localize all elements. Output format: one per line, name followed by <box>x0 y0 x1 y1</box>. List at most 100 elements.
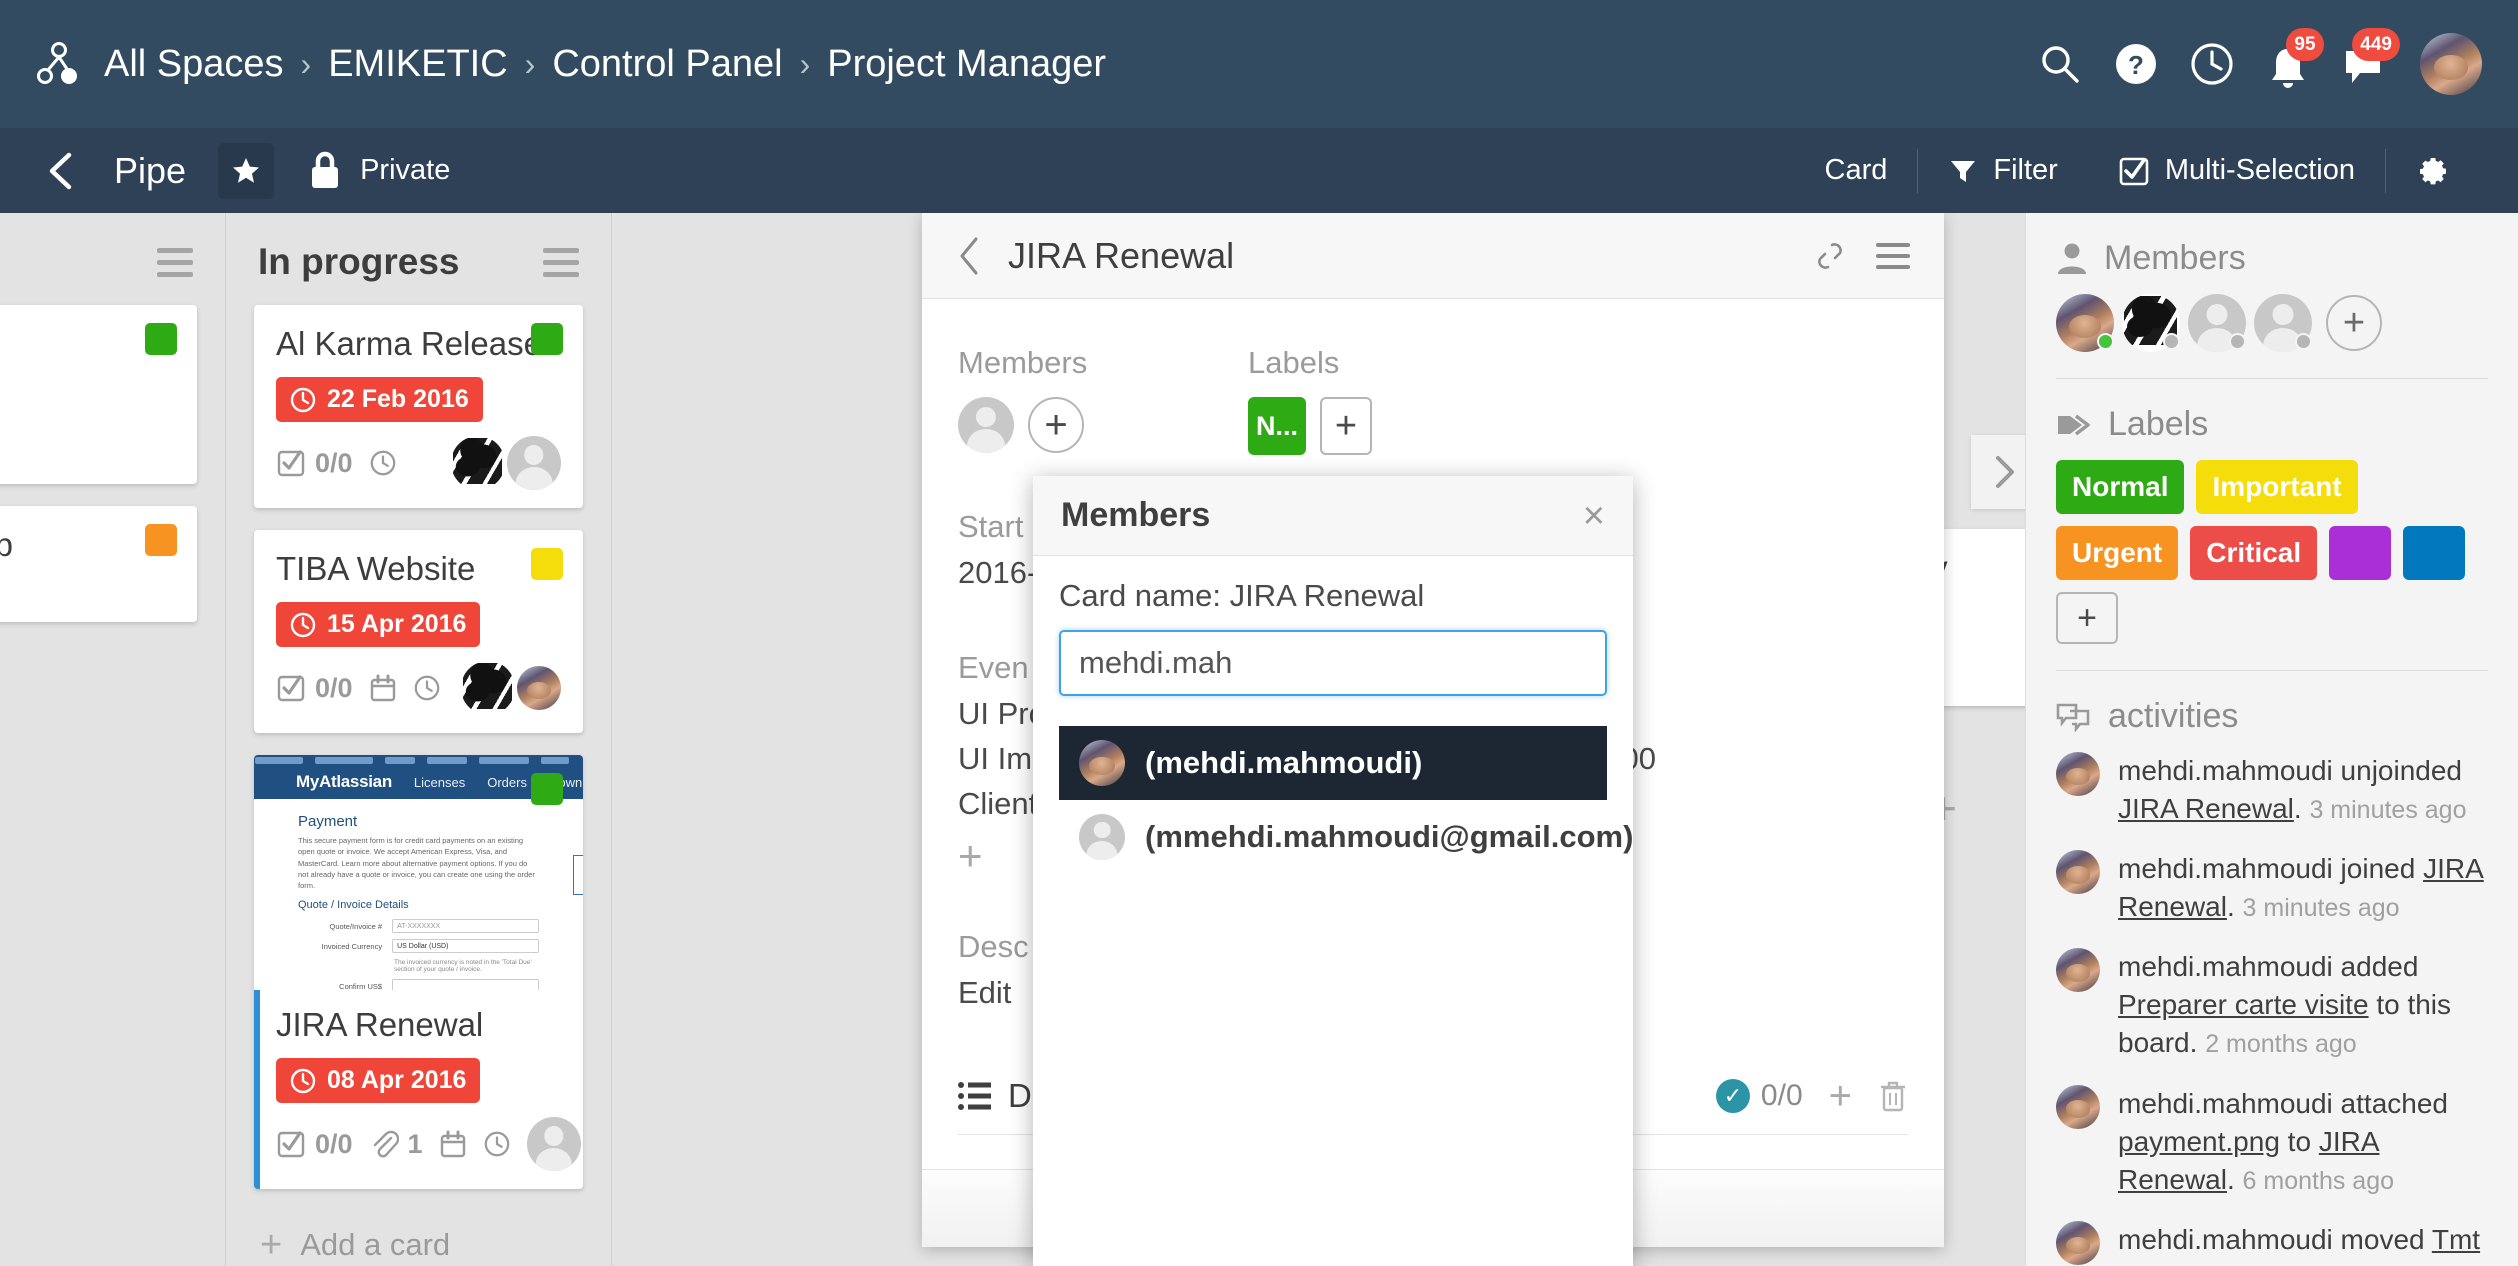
member-option-label: (mehdi.mahmoudi) <box>1145 745 1423 780</box>
detail-back-chevron-icon[interactable] <box>956 236 982 276</box>
notifications-bell-icon[interactable]: 95 <box>2250 26 2326 102</box>
breadcrumb-project-manager[interactable]: Project Manager <box>827 43 1106 86</box>
breadcrumb-separator: › <box>524 45 536 82</box>
view-card-button[interactable]: Card <box>1795 154 1918 187</box>
column-menu-icon[interactable] <box>157 248 193 277</box>
favorite-star-button[interactable] <box>218 142 275 199</box>
card-avatars <box>461 661 561 715</box>
sidebar-label-normal[interactable]: Normal <box>2056 460 2185 514</box>
attachment-top-links <box>255 757 569 764</box>
lock-icon <box>312 151 339 188</box>
card-detail-menu-icon[interactable] <box>1876 242 1910 269</box>
svg-text:?: ? <box>2128 50 2144 80</box>
sidebar-activities-header: activities <box>2056 697 2488 736</box>
add-card-button[interactable]: + Add a card <box>254 1211 583 1266</box>
sidebar-label-critical[interactable]: Critical <box>2190 526 2318 580</box>
sidebar-label-purple[interactable] <box>2329 526 2392 580</box>
activity-tail: . <box>2226 1163 2235 1195</box>
board-settings-button[interactable] <box>2386 154 2480 188</box>
activity-user: mehdi.mahmoudi <box>2118 951 2333 983</box>
sidebar-member[interactable] <box>2188 294 2246 352</box>
activity-action: joined <box>2332 853 2424 885</box>
card-jira-renewal[interactable]: MyAtlassian Licenses Orders Downloads Bu… <box>254 755 583 1189</box>
add-checklist-item-button[interactable]: + <box>1829 1076 1852 1116</box>
card-backend[interactable]: ackend 2016 <box>0 305 197 484</box>
members-modal-title: Members <box>1061 496 1211 534</box>
card-calendar-icon <box>369 673 397 703</box>
activity-tail: . <box>2226 891 2235 923</box>
breadcrumb-control-panel[interactable]: Control Panel <box>552 43 782 86</box>
activity-target[interactable]: payment.png <box>2118 1126 2280 1157</box>
multi-selection-button[interactable]: Multi-Selection <box>2088 154 2385 187</box>
breadcrumb-all-spaces[interactable]: All Spaces <box>104 43 284 86</box>
sidebar-add-label-button[interactable]: + <box>2056 592 2118 644</box>
notifications-badge: 95 <box>2286 28 2324 61</box>
trash-icon[interactable] <box>1878 1079 1908 1113</box>
sidebar-add-member-button[interactable]: + <box>2326 295 2382 351</box>
members-modal-header: Members × <box>1033 476 1633 556</box>
card-labels-section: Labels N... + <box>1248 345 1373 455</box>
back-chevron-icon[interactable] <box>38 147 86 195</box>
card-detail-title: JIRA Renewal <box>1008 234 1235 276</box>
activity-text: mehdi.mahmoudi moved Tmt Electron App fr… <box>2118 1221 2488 1266</box>
add-event-button[interactable]: + <box>958 835 983 876</box>
activity-time: 3 minutes ago <box>2309 796 2467 825</box>
card-checklist: 0/0 <box>276 448 353 479</box>
avatar <box>2056 752 2100 796</box>
card-al-karma-release[interactable]: Al Karma Release 22 Feb 2016 0/0 <box>254 305 583 508</box>
attachment-field-row: Confirm US$ <box>298 979 539 990</box>
column-menu-icon[interactable] <box>543 248 579 277</box>
avatar <box>1079 740 1125 786</box>
breadcrumb-emiketic[interactable]: EMIKETIC <box>328 43 507 86</box>
clock-icon <box>290 612 316 637</box>
close-icon[interactable]: × <box>1583 497 1605 535</box>
link-chain-icon[interactable] <box>1814 239 1846 273</box>
sidebar-members-label: Members <box>2104 239 2246 277</box>
card-checklist: 0/0 <box>276 673 353 704</box>
card-electron-app[interactable]: tron App <box>0 506 197 622</box>
gear-icon <box>2420 157 2446 184</box>
online-status-dot <box>2295 333 2312 350</box>
card-tiba-website[interactable]: TIBA Website 15 Apr 2016 0/0 <box>254 530 583 733</box>
list-icon <box>958 1082 991 1110</box>
card-members-label: Members <box>958 345 1088 380</box>
members-search-input[interactable] <box>1059 630 1607 696</box>
card-footer <box>0 578 175 604</box>
card-clock-icon <box>483 1130 511 1158</box>
card-labels-row: N... + <box>1248 397 1373 455</box>
search-icon[interactable] <box>2022 26 2098 102</box>
sidebar-member[interactable] <box>2056 294 2114 352</box>
card-members-section: Members + <box>958 345 1248 455</box>
sidebar-member[interactable] <box>2122 294 2180 352</box>
privacy-toggle[interactable]: Private <box>308 150 450 192</box>
card-attachment-count: 1 <box>407 1128 423 1159</box>
sidebar-member[interactable] <box>2254 294 2312 352</box>
column-title: In progress <box>258 241 460 282</box>
activity-user: mehdi.mahmoudi <box>2118 1087 2333 1119</box>
card-avatars <box>526 1117 581 1171</box>
card-title: Al Karma Release <box>276 325 542 362</box>
add-card-button[interactable]: + a card <box>0 644 197 712</box>
multi-selection-label: Multi-Selection <box>2164 154 2355 186</box>
user-avatar[interactable] <box>2420 33 2482 95</box>
add-label-button[interactable]: + <box>1320 397 1373 455</box>
messages-icon[interactable]: 449 <box>2326 26 2402 102</box>
help-icon[interactable]: ? <box>2098 26 2174 102</box>
history-clock-icon[interactable] <box>2174 26 2250 102</box>
sidebar-labels-header: Labels <box>2056 405 2488 444</box>
activity-target[interactable]: JIRA Renewal <box>2118 793 2294 824</box>
activity-text: mehdi.mahmoudi joined JIRA Renewal. 3 mi… <box>2118 850 2488 926</box>
sidebar-label-important[interactable]: Important <box>2196 460 2358 514</box>
card-label-chip[interactable]: N... <box>1248 397 1307 455</box>
filter-button[interactable]: Filter <box>1918 154 2087 187</box>
board-column-sprint: sprint ackend 2016 tron App <box>0 213 225 1266</box>
add-member-button[interactable]: + <box>1028 397 1084 453</box>
sidebar-label-blue[interactable] <box>2403 526 2466 580</box>
sidebar-label-urgent[interactable]: Urgent <box>2056 526 2179 580</box>
comments-icon <box>2056 703 2090 732</box>
view-card-label: Card <box>1824 154 1888 186</box>
activity-target[interactable]: Preparer carte visite <box>2118 989 2369 1020</box>
member-option-mehdi-mahmoudi[interactable]: (mehdi.mahmoudi) <box>1059 726 1607 800</box>
member-option-mmehdi-gmail[interactable]: (mmehdi.mahmoudi@gmail.com) <box>1059 800 1633 874</box>
avatar <box>2056 1084 2100 1129</box>
